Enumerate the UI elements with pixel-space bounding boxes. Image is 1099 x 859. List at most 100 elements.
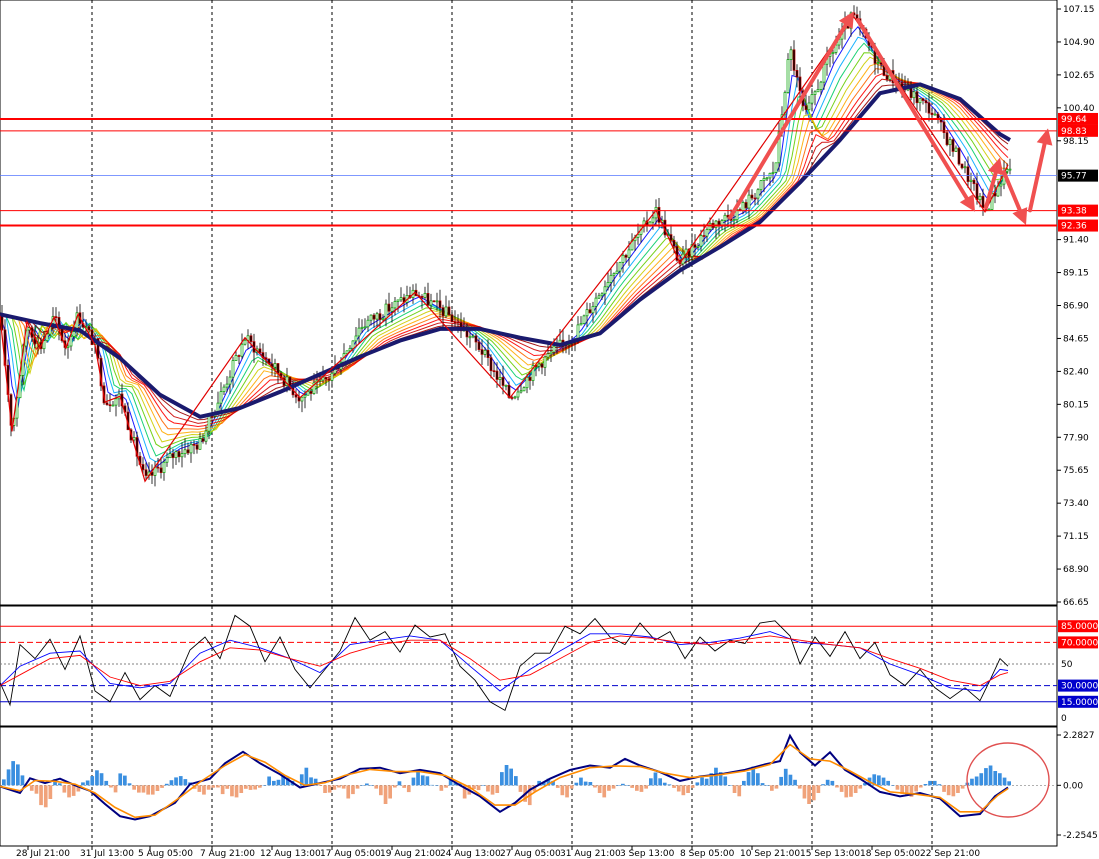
- macd-bar: [178, 776, 183, 786]
- macd-bar: [830, 780, 835, 786]
- candle-body: [249, 335, 253, 342]
- price-tag-label: 30.0000: [1061, 682, 1098, 692]
- candle-body: [525, 376, 529, 389]
- candle-body: [609, 274, 613, 283]
- stoch-signal-line: [0, 631, 1009, 692]
- chart-window[interactable]: 107.15 104.90 102.65 100.40 98.15 91.40 89.15 8…: [0, 0, 1099, 859]
- macd-bar: [635, 785, 639, 791]
- candle-body: [162, 461, 166, 473]
- candle-body: [378, 313, 382, 320]
- candle-body: [723, 214, 727, 221]
- candle-body: [108, 404, 112, 407]
- time-tick-label: 31 Jul 13:00: [80, 849, 134, 859]
- macd-bar: [779, 776, 783, 786]
- chart-canvas[interactable]: 107.15 104.90 102.65 100.40 98.15 91.40 89.15 8…: [0, 0, 1099, 859]
- candle-body: [492, 370, 496, 373]
- macd-bar: [146, 785, 150, 795]
- candle-body: [372, 314, 376, 320]
- macd-bar: [434, 785, 439, 786]
- macd-bar: [481, 785, 486, 786]
- macd-bar: [425, 776, 430, 786]
- time-tick-label: 5 Aug 05:00: [138, 849, 193, 859]
- macd-bar: [1002, 777, 1007, 786]
- macd-bar: [783, 768, 788, 786]
- macd-bar: [825, 779, 830, 786]
- macd-bar: [974, 776, 979, 786]
- candle-body: [441, 307, 445, 317]
- macd-bar: [616, 785, 621, 786]
- macd-bar: [942, 785, 946, 792]
- candle-body: [549, 351, 553, 355]
- macd-bar: [71, 785, 76, 796]
- candle-body: [918, 98, 922, 104]
- macd-bar: [667, 784, 672, 786]
- macd-bar: [793, 779, 797, 786]
- macd-bar: [95, 770, 99, 786]
- macd-bar: [369, 785, 374, 786]
- stoch-tick-label: 0: [1061, 714, 1067, 724]
- candle-body: [702, 235, 706, 237]
- ma-thick-line: [0, 82, 1012, 419]
- macd-bar: [583, 781, 588, 786]
- candle-body: [741, 202, 745, 212]
- candle-body: [471, 335, 475, 338]
- candle-body: [195, 444, 199, 450]
- candle-body: [456, 321, 460, 324]
- candle-body: [789, 49, 793, 60]
- candle-body: [720, 220, 724, 226]
- candle-body: [420, 296, 424, 298]
- candle-body: [453, 321, 457, 324]
- macd-bar: [150, 785, 155, 795]
- macd-bar: [756, 773, 760, 786]
- macd-bar: [169, 780, 174, 786]
- candle-body: [804, 105, 808, 111]
- macd-bar: [402, 785, 406, 788]
- candle-body: [618, 262, 622, 272]
- candle-body: [510, 397, 514, 399]
- candle-body: [588, 309, 592, 314]
- macd-bar: [262, 785, 267, 786]
- candle-body: [111, 404, 115, 407]
- candle-body: [114, 398, 118, 406]
- candle-body: [324, 376, 328, 380]
- candle-body: [180, 453, 184, 458]
- candle-body: [435, 300, 439, 303]
- macd-bar: [565, 785, 569, 798]
- candle-body: [363, 326, 367, 329]
- time-tick-label: 19 Aug 21:00: [380, 849, 441, 859]
- price-tag-label: 95.77: [1061, 172, 1087, 182]
- candle-body: [186, 449, 190, 454]
- candle-body: [579, 323, 583, 326]
- macd-bar: [397, 781, 402, 786]
- candle-body: [924, 100, 928, 104]
- candle-body: [159, 467, 163, 473]
- macd-bar: [43, 785, 48, 808]
- candle-body: [963, 166, 967, 169]
- candle-body: [651, 217, 655, 223]
- macd-bar: [211, 785, 216, 788]
- macd-bar: [658, 778, 662, 786]
- candle-body: [819, 81, 823, 90]
- horizontal-levels[interactable]: [0, 117, 1057, 227]
- macd-bar: [20, 775, 25, 786]
- candle-body: [747, 194, 751, 209]
- time-tick-label: 17 Aug 05:00: [320, 849, 381, 859]
- time-tick-label: 18 Sep 05:00: [860, 849, 920, 859]
- vertical-grid: [91, 0, 933, 846]
- time-tick-label: 24 Aug 13:00: [440, 849, 501, 859]
- macd-bar: [937, 784, 942, 786]
- macd-bar: [197, 785, 202, 792]
- candle-body: [231, 360, 235, 378]
- macd-bar: [895, 785, 900, 790]
- macd-bar: [700, 777, 704, 786]
- price-tag-label: 92.36: [1061, 222, 1087, 232]
- time-tick-label: 12 Aug 13:00: [260, 849, 321, 859]
- price-tick-label: 71.15: [1063, 532, 1089, 542]
- macd-bar: [946, 785, 951, 796]
- candle-body: [468, 336, 472, 339]
- candle-body: [438, 300, 442, 308]
- price-tag-label: 98.83: [1061, 127, 1087, 137]
- macd-bar: [16, 764, 20, 786]
- macd-bar: [918, 785, 923, 788]
- candle-body: [696, 245, 700, 248]
